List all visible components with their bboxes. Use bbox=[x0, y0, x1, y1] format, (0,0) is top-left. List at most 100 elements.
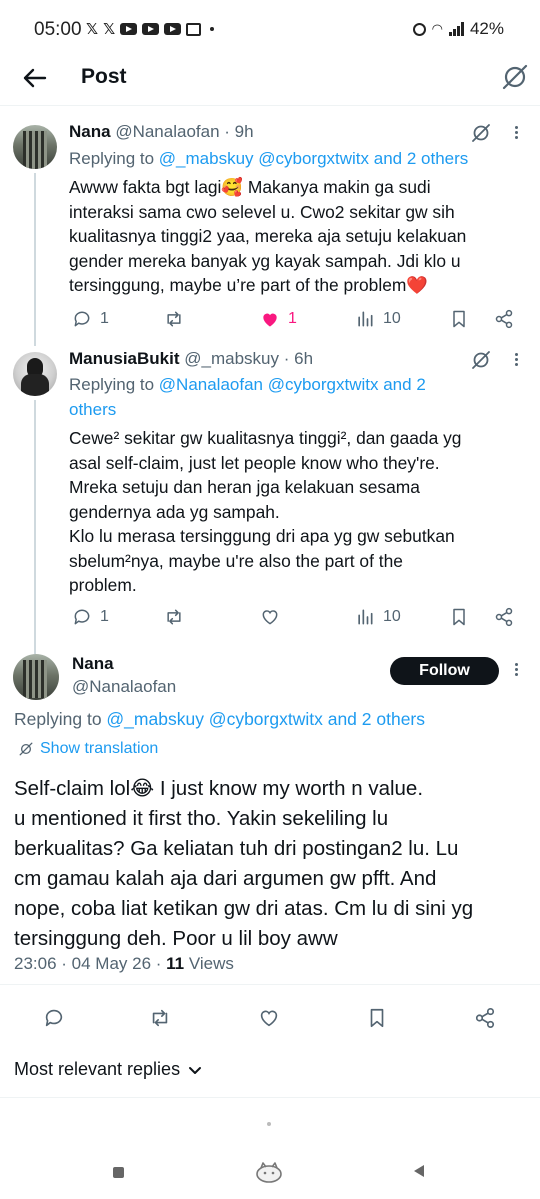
reply-tweet[interactable]: Nana @Nanalaofan · 9h Replying to @_mabs… bbox=[0, 107, 540, 343]
display-name[interactable]: ManusiaBukit bbox=[69, 349, 180, 368]
thread-line bbox=[34, 173, 36, 343]
retweet-icon bbox=[167, 311, 181, 327]
status-time: 05:00 bbox=[34, 19, 82, 40]
youtube-notification-icon bbox=[164, 23, 182, 35]
app-bar: Post bbox=[0, 56, 540, 106]
mention-links[interactable]: others bbox=[69, 400, 116, 419]
thread-line bbox=[34, 336, 36, 346]
display-name[interactable]: Nana bbox=[69, 122, 111, 141]
alarm-icon bbox=[412, 22, 426, 36]
like-icon bbox=[263, 313, 277, 327]
like-button[interactable]: 1 bbox=[260, 307, 297, 331]
share-button[interactable] bbox=[474, 1006, 496, 1030]
chevron-down-icon bbox=[189, 1066, 202, 1074]
gallery-notification-icon bbox=[186, 22, 202, 36]
retweet-icon bbox=[152, 1009, 168, 1027]
replying-to: Replying to @_mabskuy @cyborgxtwitx and … bbox=[69, 149, 469, 168]
page-indicator bbox=[267, 1122, 271, 1126]
views-button[interactable]: 10 bbox=[355, 605, 401, 629]
x-notification-icon: 𝕏 bbox=[103, 21, 116, 38]
like-button[interactable] bbox=[258, 1006, 280, 1030]
mention-links[interactable]: @_mabskuy @cyborgxtwitx and 2 others bbox=[106, 709, 425, 729]
youtube-notification-icon bbox=[120, 23, 138, 35]
reply-button[interactable] bbox=[43, 1006, 65, 1030]
mention-links[interactable]: @Nanalaofan @cyborgxtwitx and 2 bbox=[159, 375, 426, 394]
share-button[interactable] bbox=[494, 605, 514, 629]
tweet-header: ManusiaBukit @_mabskuy · 6h bbox=[69, 349, 313, 369]
post-metadata: 23:06 · 04 May 26 · 11 Views bbox=[14, 954, 234, 973]
home-button[interactable] bbox=[255, 1161, 283, 1183]
reply-sort-dropdown[interactable]: Most relevant replies bbox=[14, 1059, 202, 1080]
youtube-notification-icon bbox=[142, 23, 160, 35]
replying-to: Replying to @_mabskuy @cyborgxtwitx and … bbox=[14, 709, 426, 729]
views-icon bbox=[358, 609, 373, 625]
avatar[interactable] bbox=[13, 125, 57, 169]
user-handle[interactable]: @Nanalaofan bbox=[72, 677, 176, 697]
bookmark-button[interactable] bbox=[450, 307, 468, 331]
reply-tweet[interactable]: ManusiaBukit @_mabskuy · 6h Replying to … bbox=[0, 336, 540, 648]
avatar[interactable] bbox=[13, 352, 57, 396]
replying-to: Replying to @Nanalaofan @cyborgxtwitx an… bbox=[69, 375, 426, 419]
post-time: · 6h bbox=[283, 349, 314, 368]
avatar[interactable] bbox=[13, 654, 59, 700]
more-notifications-icon bbox=[210, 27, 215, 31]
tweet-header: Nana @Nanalaofan · 9h bbox=[69, 122, 254, 142]
views-count: 11 bbox=[166, 954, 185, 973]
thread-line bbox=[34, 400, 36, 648]
tweet-actions: 1 1 10 bbox=[60, 307, 530, 331]
back-button[interactable] bbox=[414, 1165, 424, 1177]
follow-button[interactable]: Follow bbox=[390, 657, 499, 685]
bookmark-icon bbox=[370, 1008, 384, 1028]
like-icon bbox=[260, 1010, 278, 1027]
post-time: · 9h bbox=[224, 122, 254, 141]
reply-icon bbox=[74, 609, 90, 625]
user-handle[interactable]: @Nanalaofan bbox=[115, 122, 219, 141]
bookmark-button[interactable] bbox=[450, 605, 468, 629]
tweet-text: Cewe² sekitar gw kualitasnya tinggi², da… bbox=[69, 428, 462, 595]
mention-links[interactable]: @_mabskuy @cyborgxtwitx and 2 others bbox=[159, 149, 468, 168]
back-arrow-icon[interactable] bbox=[18, 62, 50, 94]
show-translation-button[interactable]: Show translation bbox=[18, 740, 158, 758]
reply-icon bbox=[45, 1009, 63, 1027]
views-button[interactable]: 10 bbox=[355, 307, 401, 331]
retweet-button[interactable] bbox=[163, 605, 185, 629]
like-count: 1 bbox=[288, 310, 297, 327]
tweet-text: Awww fakta bgt lagi🥰 Makanya makin ga su… bbox=[69, 177, 467, 295]
post-actions bbox=[0, 1006, 540, 1030]
thread-line bbox=[34, 645, 36, 654]
more-icon[interactable] bbox=[512, 661, 520, 681]
battery-percent: 42% bbox=[469, 19, 504, 38]
more-icon[interactable] bbox=[512, 124, 520, 144]
reply-icon bbox=[74, 311, 90, 327]
grok-icon[interactable] bbox=[470, 349, 492, 371]
reply-button[interactable]: 1 bbox=[72, 605, 109, 629]
user-handle[interactable]: @_mabskuy bbox=[184, 349, 279, 368]
grok-icon[interactable] bbox=[470, 122, 492, 144]
share-icon bbox=[495, 309, 513, 329]
reply-button[interactable]: 1 bbox=[72, 307, 109, 331]
post-text: Self-claim lol😂 I just know my worth n v… bbox=[14, 777, 474, 950]
retweet-button[interactable] bbox=[163, 307, 185, 331]
recents-button[interactable] bbox=[113, 1167, 124, 1178]
more-icon[interactable] bbox=[512, 351, 520, 371]
post-timestamp: 23:06 · 04 May 26 · bbox=[14, 954, 167, 973]
share-icon bbox=[495, 607, 513, 627]
display-name[interactable]: Nana bbox=[72, 654, 114, 674]
grok-icon[interactable] bbox=[500, 62, 530, 92]
bookmark-button[interactable] bbox=[367, 1006, 387, 1030]
x-notification-icon: 𝕏 bbox=[86, 21, 99, 38]
sort-label: Most relevant replies bbox=[14, 1059, 181, 1079]
reply-count: 1 bbox=[100, 608, 109, 625]
translate-icon bbox=[19, 742, 33, 756]
view-count: 10 bbox=[383, 608, 401, 625]
like-button[interactable] bbox=[260, 605, 280, 629]
bookmark-icon bbox=[453, 608, 465, 626]
retweet-button[interactable] bbox=[148, 1006, 172, 1030]
share-button[interactable] bbox=[494, 307, 514, 331]
divider bbox=[0, 984, 540, 985]
tweet-actions: 1 10 bbox=[60, 605, 530, 629]
signal-icon bbox=[448, 22, 464, 36]
system-status: ◠ 42% bbox=[412, 19, 504, 39]
wifi-icon: ◠ bbox=[431, 21, 443, 36]
reply-count: 1 bbox=[100, 310, 109, 327]
